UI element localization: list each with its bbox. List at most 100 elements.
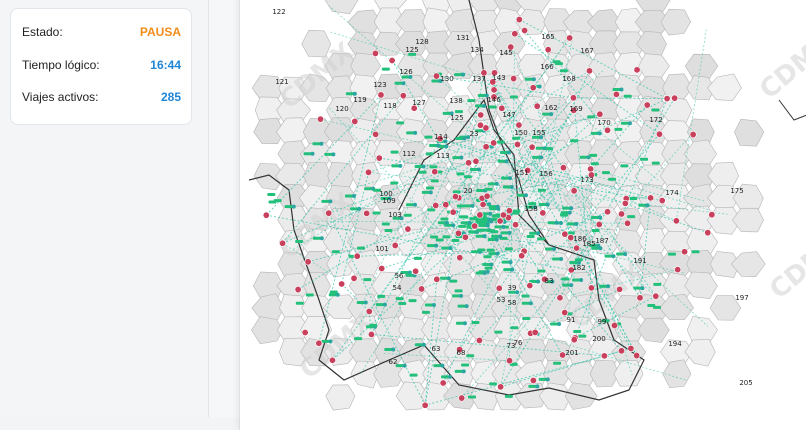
stop-marker bbox=[338, 280, 346, 288]
stop-marker bbox=[476, 121, 484, 129]
vehicle-dot bbox=[501, 224, 506, 229]
stop-marker bbox=[708, 211, 716, 219]
vehicle-marker bbox=[475, 234, 484, 238]
vehicle-marker bbox=[545, 147, 554, 151]
stop-marker bbox=[689, 131, 697, 139]
status-card: Estado: PAUSA Tiempo lógico: 16:44 Viaje… bbox=[10, 8, 192, 125]
vehicle-dot bbox=[319, 236, 324, 241]
vehicle-marker bbox=[512, 136, 521, 140]
vehicle-marker bbox=[430, 179, 439, 183]
zone-polygon bbox=[707, 162, 740, 190]
zone-label: 100 bbox=[379, 190, 392, 198]
vehicle-dot bbox=[623, 252, 628, 257]
stop-marker bbox=[587, 165, 595, 173]
vehicle-marker bbox=[350, 207, 359, 211]
vehicle-marker bbox=[454, 369, 463, 373]
vehicle-dot bbox=[461, 72, 466, 77]
zone-label: 39 bbox=[508, 284, 517, 292]
stop-marker bbox=[372, 130, 380, 138]
stop-marker bbox=[496, 217, 504, 225]
vehicle-marker bbox=[354, 337, 363, 341]
vehicle-marker bbox=[331, 250, 340, 254]
stop-marker bbox=[304, 258, 312, 266]
zone-label: 185 bbox=[582, 240, 595, 248]
stop-marker bbox=[476, 211, 484, 219]
stop-marker bbox=[704, 229, 712, 237]
vehicle-marker bbox=[398, 302, 407, 306]
vehicle-dot bbox=[494, 181, 499, 186]
vehicle-marker bbox=[457, 304, 466, 308]
stop-marker bbox=[529, 376, 537, 384]
vehicle-marker bbox=[501, 260, 510, 264]
vehicle-dot bbox=[402, 363, 407, 368]
stop-marker bbox=[643, 101, 651, 109]
vehicle-dot bbox=[545, 377, 550, 382]
vehicle-marker bbox=[425, 186, 434, 190]
stop-marker bbox=[526, 282, 534, 290]
stop-marker bbox=[672, 217, 680, 225]
map-panel[interactable]: CDMX CDMX CDMX CDMX CDMX CDMX 122 121 125 128 131… bbox=[239, 0, 806, 430]
stop-marker bbox=[461, 233, 469, 241]
city-map[interactable]: CDMXCDMXCDMXCDMXCDMXCDMX 122121125128 131… bbox=[249, 0, 806, 417]
vehicle-marker bbox=[273, 199, 282, 203]
vehicle-dot bbox=[428, 190, 433, 195]
stop-marker bbox=[449, 208, 457, 216]
vehicle-marker bbox=[391, 164, 400, 168]
stop-marker bbox=[432, 201, 440, 209]
stop-marker bbox=[611, 321, 619, 329]
vehicle-dot bbox=[537, 84, 542, 89]
vehicle-marker bbox=[589, 153, 598, 157]
vehicle-marker bbox=[375, 303, 384, 307]
vehicle-marker bbox=[329, 290, 338, 294]
vehicle-marker bbox=[427, 208, 436, 212]
vehicle-marker bbox=[451, 239, 460, 243]
vehicle-dot bbox=[567, 210, 572, 215]
vehicle-dot bbox=[645, 203, 650, 208]
vehicle-marker bbox=[496, 140, 505, 144]
stop-marker bbox=[624, 219, 632, 227]
stop-marker bbox=[404, 225, 412, 233]
vehicle-marker bbox=[509, 95, 518, 99]
vehicle-dot bbox=[357, 206, 362, 211]
zone-polygon bbox=[327, 161, 355, 190]
status-value: PAUSA bbox=[139, 25, 181, 39]
east-boundary bbox=[778, 99, 806, 121]
sidebar: Estado: PAUSA Tiempo lógico: 16:44 Viaje… bbox=[0, 0, 209, 417]
zone-label: 201 bbox=[565, 349, 578, 357]
stop-marker bbox=[655, 130, 663, 138]
zone-label: 23 bbox=[470, 130, 479, 138]
zone-label: 156 bbox=[539, 170, 553, 178]
stop-marker bbox=[325, 209, 333, 217]
vehicle-marker bbox=[633, 286, 642, 290]
vehicle-marker bbox=[394, 81, 403, 85]
vehicle-dot bbox=[558, 220, 563, 225]
vehicle-dot bbox=[464, 304, 469, 309]
stop-marker bbox=[454, 229, 462, 237]
vehicle-marker bbox=[396, 121, 405, 125]
vehicle-dot bbox=[462, 136, 467, 141]
stop-marker bbox=[456, 254, 464, 262]
vehicle-dot bbox=[508, 176, 513, 181]
vehicle-marker bbox=[502, 185, 511, 189]
stop-marker bbox=[561, 230, 569, 238]
zone-label: 99 bbox=[598, 318, 607, 326]
vehicle-dot bbox=[495, 251, 500, 256]
vehicle-dot bbox=[440, 363, 445, 368]
vehicle-dot bbox=[451, 223, 456, 228]
vehicle-dot bbox=[448, 374, 453, 379]
zone-polygon bbox=[662, 359, 692, 389]
vehicle-marker bbox=[497, 159, 506, 163]
vehicle-dot bbox=[536, 279, 541, 284]
vehicle-dot bbox=[382, 302, 387, 307]
vehicle-marker bbox=[538, 202, 547, 206]
vehicle-marker bbox=[384, 229, 393, 233]
vehicle-marker bbox=[599, 284, 608, 288]
stop-marker bbox=[477, 111, 485, 119]
stop-marker bbox=[528, 143, 536, 151]
stop-marker bbox=[674, 266, 682, 274]
vehicle-marker bbox=[424, 303, 433, 307]
stop-marker bbox=[301, 329, 309, 337]
vehicle-marker bbox=[418, 170, 427, 174]
vehicle-marker bbox=[476, 228, 485, 232]
zone-label: 162 bbox=[544, 104, 557, 112]
